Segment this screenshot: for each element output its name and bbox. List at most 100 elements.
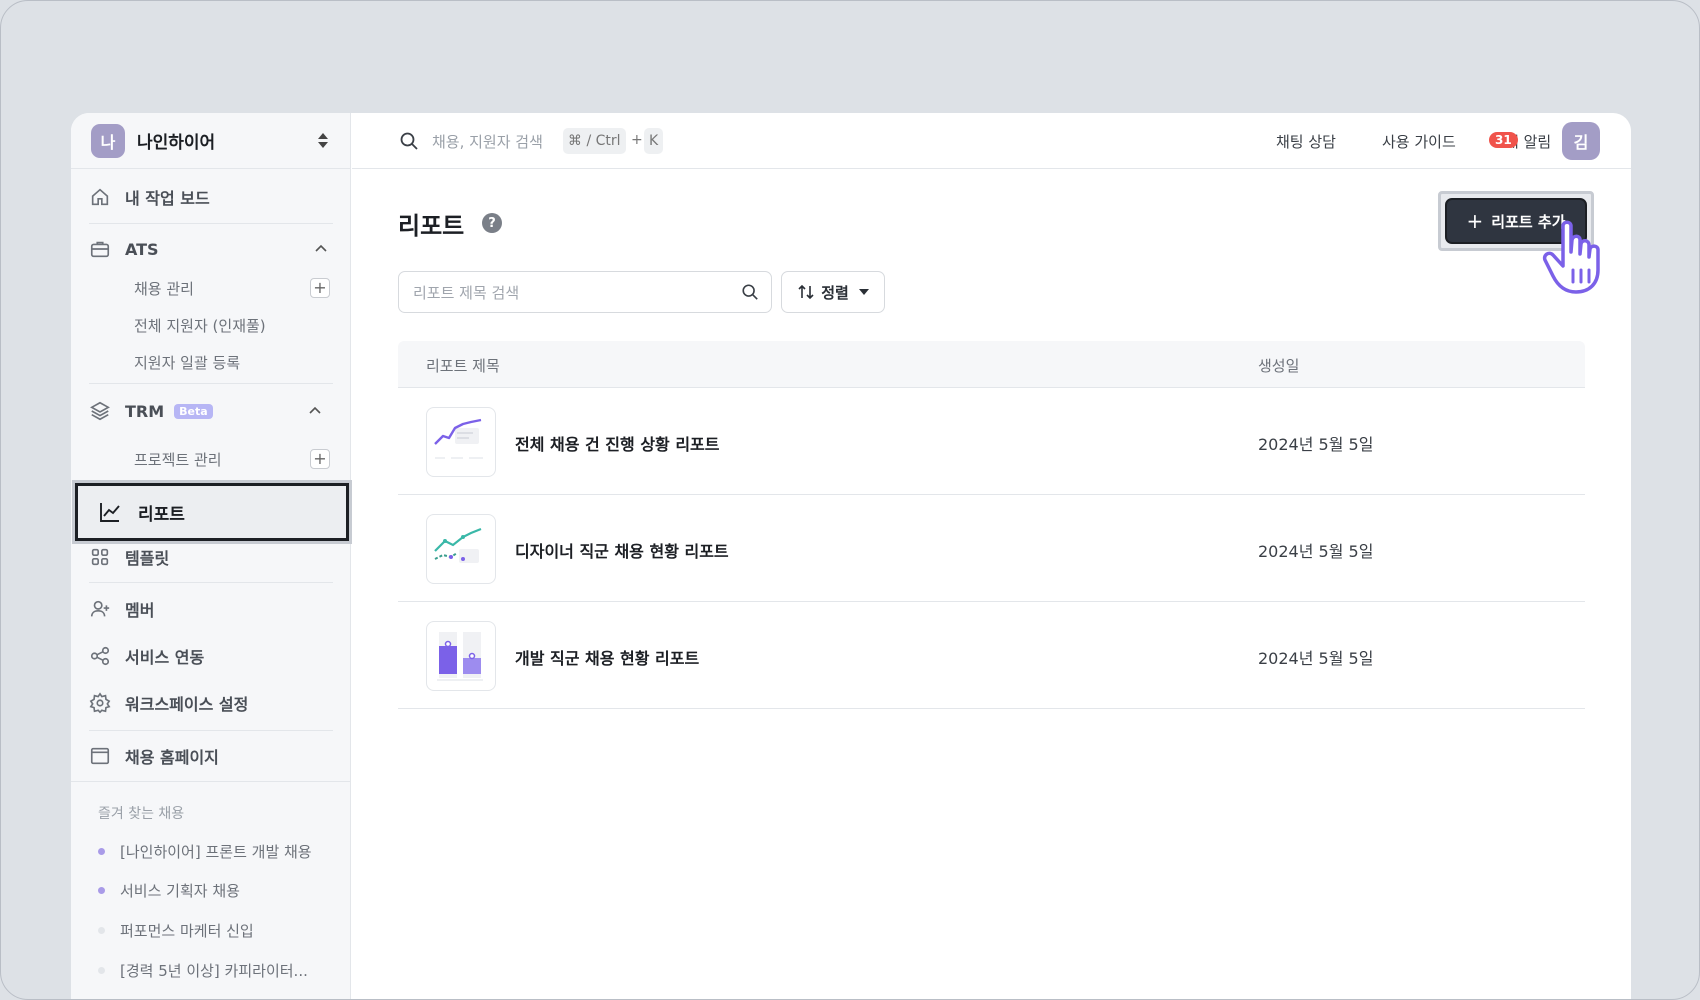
divider (89, 730, 333, 731)
help-icon[interactable]: ? (482, 213, 502, 233)
table-header: 리포트 제목 생성일 (398, 341, 1585, 388)
favorites-title: 즐겨 찾는 채용 (98, 806, 185, 822)
sidebar-section-ats[interactable]: ATS (89, 231, 333, 267)
multi-line-chart-thumbnail-icon (434, 527, 482, 563)
sidebar-item-label: 리포트 (138, 504, 185, 525)
app-window: 나 나인하이어 내 작업 보드 ATS 채용 관리 + 전체 지원자 (인재풀)… (71, 113, 1631, 999)
sidebar-item-integrations[interactable]: 서비스 연동 (89, 638, 333, 674)
chat-support-link[interactable]: 채팅 상담 (1276, 131, 1336, 152)
sort-dropdown[interactable]: 정렬 (781, 271, 885, 313)
sidebar-item-settings[interactable]: 워크스페이스 설정 (89, 685, 333, 721)
beta-badge: Beta (174, 403, 213, 419)
favorite-item[interactable]: [경력 5년 이상] 카피라이터... (98, 960, 338, 981)
report-thumbnail (426, 621, 496, 691)
favorite-dot (98, 848, 105, 855)
favorite-dot (98, 887, 105, 894)
sidebar-item-label: 채용 관리 (134, 279, 194, 298)
sidebar-item-label: 서비스 연동 (125, 648, 205, 667)
divider (89, 582, 333, 583)
favorite-label: 서비스 기획자 채용 (120, 882, 240, 900)
report-date: 2024년 5월 5일 (1258, 649, 1374, 668)
sidebar-section-trm[interactable]: TRM Beta (89, 393, 333, 429)
report-date: 2024년 5월 5일 (1258, 542, 1374, 561)
plus-icon: + (1466, 209, 1484, 233)
add-project-button[interactable]: + (310, 449, 330, 469)
sidebar-item-label: 전체 지원자 (인재풀) (134, 316, 266, 335)
sidebar-item-label: 내 작업 보드 (125, 189, 210, 208)
report-thumbnail (426, 514, 496, 584)
user-avatar[interactable]: 김 (1562, 122, 1600, 160)
sidebar-item-label: 지원자 일괄 등록 (134, 353, 241, 372)
user-guide-link[interactable]: 사용 가이드 (1382, 131, 1456, 152)
sidebar-item-projects[interactable]: 프로젝트 관리 (134, 444, 334, 474)
report-thumbnail (426, 407, 496, 477)
browser-window-icon (90, 747, 110, 765)
favorite-label: 퍼포먼스 마케터 신입 (120, 922, 254, 940)
report-title[interactable]: 개발 직군 채용 현황 리포트 (515, 645, 699, 669)
chart-line-icon (100, 503, 120, 522)
notification-count-badge: 31 (1489, 132, 1518, 148)
sidebar-item-reports[interactable]: 리포트 (72, 480, 352, 544)
add-job-button[interactable]: + (310, 278, 330, 298)
layers-icon (90, 401, 110, 421)
report-search-input[interactable]: 리포트 제목 검색 (398, 271, 772, 313)
favorite-dot (98, 967, 105, 974)
workspace-switcher[interactable]: 나 나인하이어 (71, 113, 350, 169)
search-icon (742, 284, 758, 300)
page-title: 리포트 (398, 212, 465, 240)
divider (89, 383, 333, 384)
global-search-input[interactable]: 채용, 지원자 검색 (432, 131, 543, 152)
sidebar-item-label: 채용 홈페이지 (125, 748, 219, 767)
favorite-label: [나인하이어] 프론트 개발 채용 (120, 843, 312, 861)
add-user-icon (90, 600, 110, 617)
sidebar-section-label: TRM (125, 401, 165, 421)
sidebar-item-label: 템플릿 (125, 549, 170, 568)
sidebar-item-label: 프로젝트 관리 (134, 450, 222, 469)
table-row[interactable]: 디자이너 직군 채용 현황 리포트 2024년 5월 5일 (398, 495, 1585, 602)
sidebar-item-homepage[interactable]: 채용 홈페이지 (89, 738, 333, 774)
shortcut-key-k: K (644, 128, 664, 154)
sidebar-item-members[interactable]: 멤버 (89, 591, 333, 627)
report-date: 2024년 5월 5일 (1258, 435, 1374, 454)
caret-down-icon (858, 289, 869, 295)
sidebar-item-candidates[interactable]: 전체 지원자 (인재풀) (134, 310, 334, 340)
column-header-title[interactable]: 리포트 제목 (426, 355, 500, 376)
column-header-created[interactable]: 생성일 (1258, 355, 1299, 376)
table-row[interactable]: 전체 채용 건 진행 상황 리포트 2024년 5월 5일 (398, 388, 1585, 495)
report-title[interactable]: 전체 채용 건 진행 상황 리포트 (515, 431, 720, 455)
bar-chart-thumbnail-icon (437, 632, 483, 681)
sidebar: 나 나인하이어 내 작업 보드 ATS 채용 관리 + 전체 지원자 (인재풀)… (71, 113, 352, 999)
workspace-name: 나인하이어 (137, 133, 216, 153)
reports-table: 리포트 제목 생성일 전체 채용 건 진행 상황 리포트 2024년 5월 5일 (398, 341, 1585, 709)
favorite-item[interactable]: 퍼포먼스 마케터 신입 (98, 920, 338, 941)
shortcut-plus: + (631, 132, 643, 148)
divider (71, 781, 351, 782)
favorite-label: [경력 5년 이상] 카피라이터... (120, 962, 308, 980)
sidebar-item-dashboard[interactable]: 내 작업 보드 (89, 179, 333, 215)
sort-label: 정렬 (821, 283, 849, 302)
favorite-item[interactable]: [나인하이어] 프론트 개발 채용 (98, 841, 338, 862)
window-frame: 나 나인하이어 내 작업 보드 ATS 채용 관리 + 전체 지원자 (인재풀)… (0, 0, 1700, 1000)
search-icon[interactable] (399, 131, 419, 151)
sidebar-item-label: 워크스페이스 설정 (125, 695, 249, 714)
chevron-up-icon[interactable] (314, 242, 328, 256)
gear-icon (89, 692, 111, 714)
sidebar-section-label: ATS (125, 239, 159, 259)
hand-pointer-icon (1542, 220, 1600, 294)
briefcase-icon (90, 241, 110, 258)
share-icon (90, 646, 110, 666)
favorite-item[interactable]: 서비스 기획자 채용 (98, 880, 338, 901)
sort-arrows-icon (798, 284, 814, 300)
sidebar-item-bulk-register[interactable]: 지원자 일괄 등록 (134, 347, 334, 377)
sidebar-item-templates[interactable]: 템플릿 (89, 539, 333, 575)
divider (89, 223, 333, 224)
favorite-dot (98, 927, 105, 934)
report-title[interactable]: 디자이너 직군 채용 현황 리포트 (515, 538, 729, 562)
table-row[interactable]: 개발 직군 채용 현황 리포트 2024년 5월 5일 (398, 602, 1585, 709)
report-search-placeholder: 리포트 제목 검색 (413, 283, 520, 302)
grid-icon (91, 548, 109, 566)
shortcut-key-mod: ⌘ / Ctrl (563, 128, 626, 154)
sidebar-item-jobs[interactable]: 채용 관리 (134, 273, 334, 303)
top-header: 채용, 지원자 검색 ⌘ / Ctrl + K 채팅 상담 사용 가이드 내 알… (352, 113, 1631, 169)
chevron-up-icon[interactable] (308, 404, 322, 418)
